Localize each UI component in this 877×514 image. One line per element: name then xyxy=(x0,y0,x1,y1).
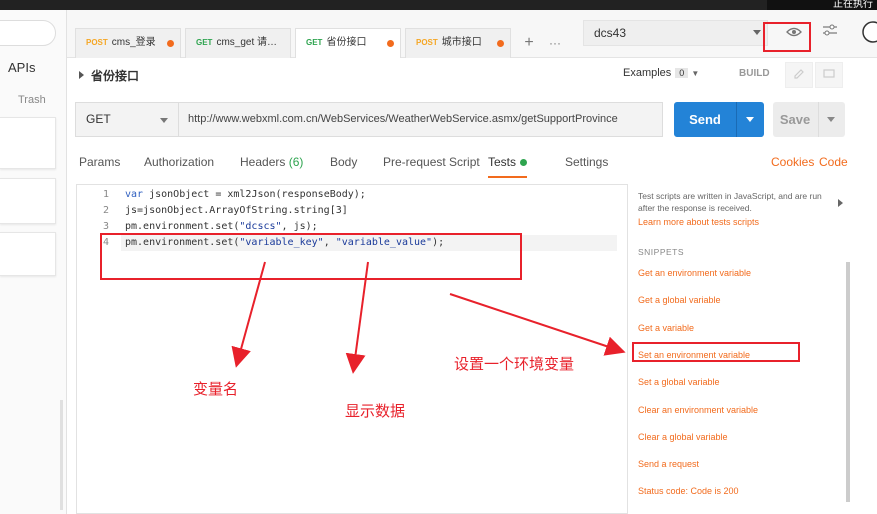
annotation-variable-name: 变量名 xyxy=(193,381,239,398)
annotation-display-data: 显示数据 xyxy=(345,403,406,420)
arrow-to-snippet xyxy=(449,293,626,356)
arrow-to-variable-value xyxy=(345,261,369,374)
annotation-set-env-var: 设置一个环境变量 xyxy=(454,356,575,373)
arrow-to-variable-key xyxy=(231,261,266,368)
annotation-arrows xyxy=(231,261,626,374)
